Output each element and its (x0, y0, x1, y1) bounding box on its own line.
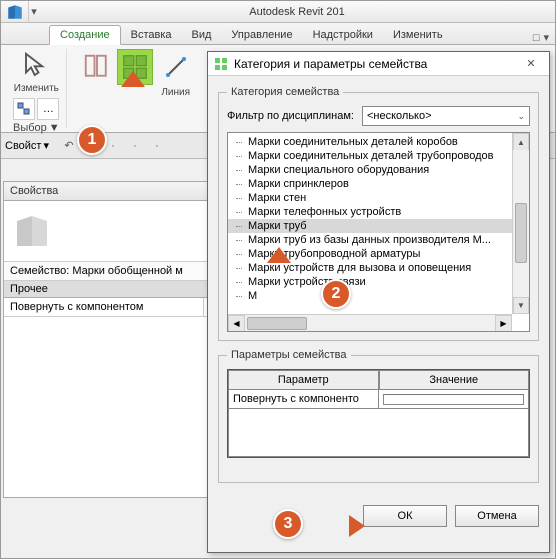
scroll-up-icon[interactable]: ▲ (513, 133, 529, 150)
app-logo[interactable] (1, 1, 29, 23)
annotation-arrow-2 (259, 245, 299, 315)
line-tool-button[interactable] (155, 49, 197, 85)
scroll-left-icon[interactable]: ◀ (228, 315, 245, 332)
group-other: Прочее (4, 281, 234, 298)
params-legend: Параметры семейства (227, 349, 351, 361)
ribbon-tabs: Создание Вставка Вид Управление Надстрой… (1, 23, 555, 45)
tab-create[interactable]: Создание (49, 25, 121, 45)
param-checkbox[interactable] (383, 394, 524, 405)
title-bar: ▾ Autodesk Revit 201 (1, 1, 555, 23)
tab-box-icon[interactable]: □ (533, 32, 540, 44)
annotation-badge-2: 2 (321, 279, 351, 309)
annotation-badge-3: 3 (273, 509, 303, 539)
combo-chevron-icon: ⌄ (517, 111, 525, 122)
select-label: Выбор (13, 122, 47, 134)
select-options-button[interactable]: … (37, 98, 59, 120)
tree-item[interactable]: Марки телефонных устройств (228, 205, 529, 219)
revit-r-icon (12, 211, 52, 251)
properties-palette: Свойства Семейство: Марки обобщенной м П… (3, 181, 235, 498)
modify-tool-button[interactable] (18, 49, 54, 81)
family-selector[interactable]: Семейство: Марки обобщенной м (4, 261, 234, 281)
annotation-arrow-3 (309, 509, 369, 543)
cancel-button[interactable]: Отмена (455, 505, 539, 527)
select-dropdown-icon[interactable]: ▼ (49, 122, 60, 134)
tree-item-selected[interactable]: Марки труб (228, 219, 529, 233)
tab-chevron-icon[interactable]: ▾ (543, 31, 549, 44)
value-header: Значение (379, 370, 530, 390)
rotate-with-component-row: Повернуть с компонентом (4, 298, 234, 317)
dialog-titlebar[interactable]: Категория и параметры семейства ✕ (208, 52, 549, 76)
modify-label: Изменить (14, 81, 59, 96)
ellipsis-icon: … (43, 103, 54, 115)
tree-item[interactable]: Марки специального оборудования (228, 163, 529, 177)
scroll-down-icon[interactable]: ▼ (513, 297, 529, 314)
close-button[interactable]: ✕ (519, 54, 543, 74)
hscroll-thumb[interactable] (247, 317, 307, 330)
tree-hscrollbar[interactable]: ◀ ▶ (228, 314, 512, 331)
tab-insert[interactable]: Вставка (121, 26, 182, 44)
qat-icon-5[interactable]: · (147, 136, 167, 156)
line-label: Линия (155, 85, 197, 100)
properties-section-button[interactable]: Свойст ▾ (5, 139, 49, 152)
filter-label: Фильтр по дисциплинам: (227, 110, 354, 122)
tab-addins[interactable]: Надстройки (303, 26, 383, 44)
param-name: Повернуть с компоненто (228, 390, 379, 409)
family-params-group: Параметры семейства Параметр Значение По… (218, 349, 539, 483)
tab-view[interactable]: Вид (182, 26, 222, 44)
ok-button[interactable]: ОК (363, 505, 447, 527)
param-table: Параметр Значение Повернуть с компоненто (227, 369, 530, 458)
window-title: Autodesk Revit 201 (39, 6, 555, 18)
dialog-title: Категория и параметры семейства (234, 57, 519, 71)
annotation-badge-1: 1 (77, 125, 107, 155)
tab-modify[interactable]: Изменить (383, 26, 453, 44)
properties-title: Свойства (4, 182, 234, 201)
qat-undo-icon[interactable]: ↶ (59, 136, 79, 156)
draw-btn-1[interactable] (79, 49, 115, 85)
discipline-filter-combo[interactable]: <несколько> ⌄ (362, 106, 530, 126)
qat-icon-4[interactable]: · (125, 136, 145, 156)
tree-vscrollbar[interactable]: ▲ ▼ (512, 133, 529, 314)
scroll-right-icon[interactable]: ▶ (495, 315, 512, 332)
properties-section-label: Свойст (5, 140, 41, 152)
ribbon-group-select: Изменить … Выбор ▼ (7, 49, 67, 128)
param-header: Параметр (228, 370, 379, 390)
tree-item[interactable]: Марки спринклеров (228, 177, 529, 191)
tree-item[interactable]: Марки стен (228, 191, 529, 205)
annotation-arrow-1 (113, 69, 153, 135)
dialog-icon (214, 57, 228, 71)
tree-item[interactable]: Марки соединительных деталей трубопровод… (228, 149, 529, 163)
tab-manage[interactable]: Управление (221, 26, 302, 44)
filter-value: <несколько> (367, 110, 432, 122)
category-legend: Категория семейства (227, 86, 343, 98)
select-type-button[interactable] (13, 98, 35, 120)
rotate-label: Повернуть с компонентом (4, 298, 204, 316)
chevron-down-icon: ▾ (43, 139, 49, 152)
tree-item[interactable]: Марки соединительных деталей коробов (228, 135, 529, 149)
param-row: Повернуть с компоненто (228, 390, 529, 409)
scroll-thumb[interactable] (515, 203, 527, 263)
app-menu-chevron-icon[interactable]: ▾ (29, 1, 39, 23)
